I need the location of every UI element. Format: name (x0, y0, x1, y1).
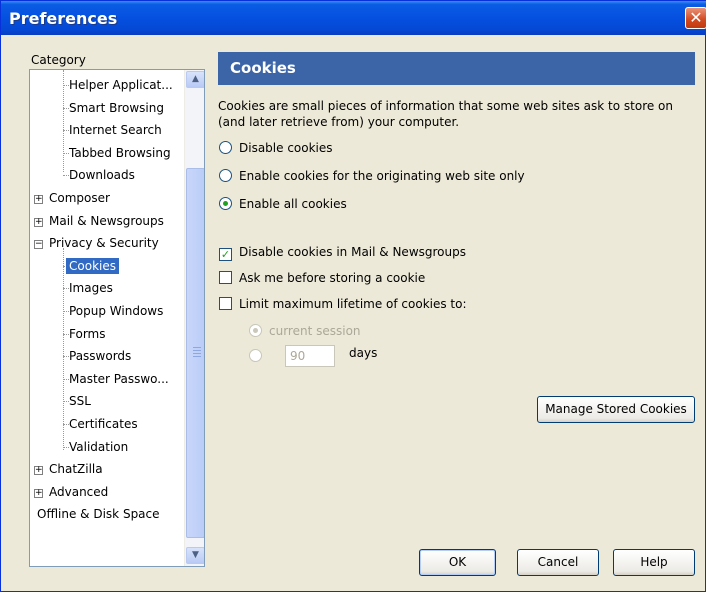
tree-item[interactable]: Tabbed Browsing (66, 142, 174, 164)
expand-icon[interactable]: + (34, 195, 43, 204)
radio-button[interactable] (219, 197, 232, 210)
tree-item-label: Master Passwo... (69, 371, 169, 386)
scroll-down-icon[interactable]: ▼ (186, 547, 204, 564)
check-disable-mail-news[interactable]: ✓ Disable cookies in Mail & Newsgroups (219, 243, 466, 263)
expand-icon[interactable]: + (34, 488, 43, 498)
tree-item-label: Mail & Newsgroups (49, 213, 164, 228)
tree-item-label: Privacy & Security (49, 236, 159, 251)
tree-item[interactable]: Offline & Disk Space (34, 503, 163, 525)
tree-guide-line (63, 248, 64, 450)
manage-stored-cookies-button[interactable]: Manage Stored Cookies (537, 396, 695, 423)
grip-line (193, 347, 201, 348)
tree-item-label: Helper Applicat... (69, 78, 173, 92)
radio-disable-cookies[interactable]: Disable cookies (219, 139, 333, 159)
category-label: Category (31, 53, 86, 67)
tree-item-label: Validation (69, 439, 129, 454)
radio-enable-all[interactable]: Enable all cookies (219, 195, 347, 215)
grip-line (193, 353, 201, 354)
expand-icon[interactable]: + (34, 217, 43, 227)
tree-item-label: Forms (69, 326, 106, 341)
cancel-button[interactable]: Cancel (517, 549, 599, 576)
expand-icon[interactable]: + (34, 466, 43, 476)
tree-item-label: Downloads (69, 168, 135, 183)
tree-item-label: Smart Browsing (69, 100, 164, 115)
tree-item-label: Internet Search (69, 123, 162, 138)
scroll-up-icon[interactable]: ▲ (186, 71, 204, 88)
tree-item[interactable]: Certificates (66, 413, 141, 435)
radio-days[interactable] (249, 347, 269, 367)
category-tree[interactable]: Helper Applicat... Smart Browsing Internet… (29, 69, 205, 567)
tree-item[interactable]: Validation (66, 436, 131, 458)
tree-scrollbar[interactable]: ▲ ▼ (184, 70, 204, 566)
tree-item-label: ChatZilla (49, 462, 103, 477)
tree-item-label: Cookies (66, 257, 119, 274)
tree-item[interactable]: + ChatZilla (34, 458, 106, 480)
tree-item[interactable]: Master Passwo... (66, 368, 172, 390)
radio-label: Disable cookies (239, 141, 333, 155)
days-label: days (349, 346, 378, 360)
tree-item[interactable]: Cookies (66, 255, 119, 277)
days-input[interactable]: 90 (285, 345, 335, 367)
tree-item[interactable]: Internet Search (66, 119, 165, 141)
tree-item[interactable]: Passwords (66, 345, 134, 367)
radio-button[interactable] (219, 141, 232, 154)
scrollbar-thumb[interactable] (186, 168, 204, 538)
collapse-icon[interactable]: − (34, 240, 43, 250)
radio-label: Enable cookies for the originating web s… (239, 169, 525, 183)
tree-item[interactable]: Helper Applicat... (66, 74, 176, 96)
tree-item[interactable]: + Mail & Newsgroups (34, 210, 167, 232)
radio-current-session[interactable]: current session (249, 322, 361, 342)
radio-label: Enable all cookies (239, 197, 347, 211)
tree-item-label: Certificates (69, 417, 138, 431)
panel-title: Cookies (218, 52, 695, 85)
close-icon[interactable]: ✕ (685, 7, 706, 29)
tree-item-label: Tabbed Browsing (69, 145, 171, 160)
checkbox-label: Limit maximum lifetime of cookies to: (239, 297, 467, 311)
tree-item-label: Composer (49, 191, 110, 205)
tree-item-label: SSL (69, 394, 91, 409)
title-bar[interactable]: Preferences ✕ (1, 1, 706, 35)
tree-item-label: Popup Windows (69, 304, 164, 318)
tree-item-label: Advanced (49, 484, 109, 499)
checkbox[interactable] (219, 297, 232, 310)
preferences-window: Preferences ✕ Category Helper Applicat..… (0, 0, 706, 592)
help-button[interactable]: Help (613, 549, 695, 576)
radio-label: current session (269, 324, 361, 338)
grip-line (193, 350, 201, 351)
checkbox-label: Ask me before storing a cookie (239, 271, 426, 285)
grip-line (193, 356, 201, 357)
radio-button[interactable] (249, 324, 262, 337)
tree-item[interactable]: SSL (66, 390, 94, 412)
tree-item[interactable]: − Privacy & Security (34, 232, 162, 254)
cookies-description: Cookies are small pieces of information … (218, 99, 674, 129)
check-limit-lifetime[interactable]: Limit maximum lifetime of cookies to: (219, 295, 467, 315)
checkbox[interactable] (219, 271, 232, 284)
checkbox[interactable]: ✓ (219, 248, 232, 261)
checkbox-label: Disable cookies in Mail & Newsgroups (239, 245, 466, 259)
window-title: Preferences (9, 9, 118, 28)
ok-button[interactable]: OK (419, 549, 496, 576)
tree-item-label: Offline & Disk Space (37, 507, 160, 522)
tree-item[interactable]: Images (66, 277, 116, 299)
radio-button[interactable] (249, 349, 262, 362)
tree-item-label: Passwords (69, 349, 132, 364)
tree-item[interactable]: Popup Windows (66, 300, 166, 322)
radio-originating-only[interactable]: Enable cookies for the originating web s… (219, 167, 525, 187)
tree-item[interactable]: + Advanced (34, 481, 111, 503)
radio-button[interactable] (219, 169, 232, 182)
tree-item[interactable]: Forms (66, 323, 108, 345)
tree-item[interactable]: Smart Browsing (66, 97, 167, 119)
tree-item-label: Images (69, 281, 113, 296)
check-ask-before-storing[interactable]: Ask me before storing a cookie (219, 269, 425, 289)
tree-item[interactable]: Downloads (66, 164, 138, 186)
tree-item[interactable]: + Composer (34, 187, 113, 209)
